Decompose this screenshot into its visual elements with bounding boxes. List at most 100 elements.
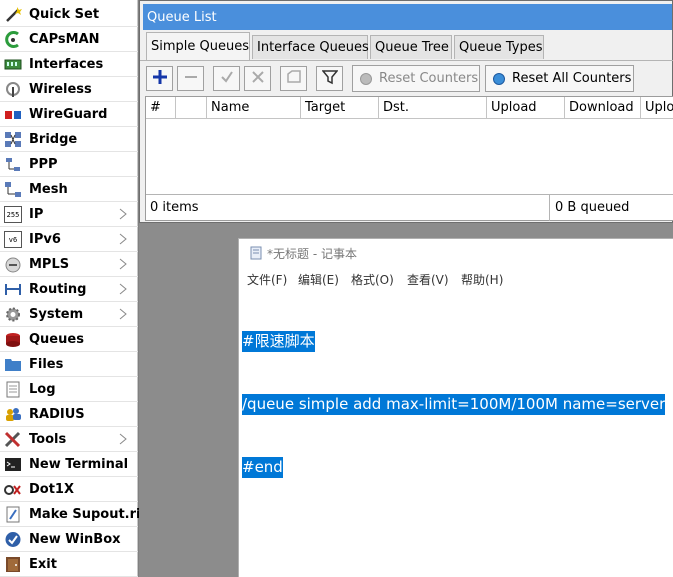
sidebar-item-interfaces[interactable]: Interfaces (0, 52, 138, 77)
sidebar-item-routing[interactable]: Routing (0, 277, 138, 302)
wireless-icon (4, 81, 22, 98)
text-cursor-ibeam-icon (303, 309, 311, 327)
tab-label: Queue Tree (375, 40, 449, 55)
sidebar-item-wireguard[interactable]: WireGuard (0, 102, 138, 127)
winbox-sidebar-menu: Quick Set CAPsMAN Interfaces Wireless Wi… (0, 0, 146, 577)
sidebar-item-system[interactable]: System (0, 302, 138, 327)
sidebar-item-files[interactable]: Files (0, 352, 138, 377)
sidebar-item-label: RADIUS (29, 407, 85, 422)
reset-all-counters-label: Reset All Counters (512, 71, 632, 86)
tab-queue-tree[interactable]: Queue Tree (370, 35, 452, 59)
column-header-upload[interactable]: Upload (487, 97, 565, 119)
column-label: # (150, 100, 161, 115)
mpls-icon (4, 256, 22, 273)
sidebar-item-label: Exit (29, 557, 57, 572)
column-header-number[interactable]: # (146, 97, 176, 119)
tab-label: Queue Types (459, 40, 543, 55)
sidebar-item-capsman[interactable]: CAPsMAN (0, 27, 138, 52)
system-gear-icon (4, 306, 22, 323)
submenu-arrow-icon (119, 233, 127, 245)
ipv6-icon-text: v6 (8, 235, 18, 244)
sidebar-item-mpls[interactable]: MPLS (0, 252, 138, 277)
tab-interface-queues[interactable]: Interface Queues (252, 35, 369, 59)
filter-button[interactable] (316, 66, 343, 91)
tools-icon (4, 431, 22, 448)
sidebar-item-ppp[interactable]: PPP (0, 152, 138, 177)
sidebar-item-ip[interactable]: 255 IP (0, 202, 138, 227)
simple-queues-table: # Name Target Dst. Upload Download Uploa… (145, 96, 673, 221)
exit-icon (4, 556, 22, 573)
enable-button[interactable] (213, 66, 240, 91)
sidebar-item-bridge[interactable]: Bridge (0, 127, 138, 152)
minus-icon (183, 69, 199, 89)
column-label: Target (305, 100, 346, 115)
window-title: Queue List (143, 4, 672, 30)
column-header-name[interactable]: Name (207, 97, 301, 119)
sidebar-item-new-winbox[interactable]: New WinBox (0, 527, 138, 552)
sidebar-item-exit[interactable]: Exit (0, 552, 138, 577)
sidebar-item-queues[interactable]: Queues (0, 327, 138, 352)
reset-all-counters-button[interactable]: Reset All Counters (485, 65, 634, 92)
reset-counters-button[interactable]: Reset Counters (352, 65, 480, 92)
check-icon (219, 69, 235, 89)
sidebar-item-ipv6[interactable]: v6 IPv6 (0, 227, 138, 252)
sidebar-item-quick-set[interactable]: Quick Set (0, 2, 138, 27)
sidebar-item-label: Bridge (29, 132, 78, 147)
column-label: Uploa (645, 100, 673, 115)
bridge-icon (4, 131, 22, 148)
item-count: 0 items (150, 200, 199, 215)
reset-counters-icon (359, 72, 373, 86)
column-header-flags[interactable] (176, 97, 207, 119)
sidebar-item-label: Wireless (29, 82, 92, 97)
wireguard-icon (4, 106, 22, 123)
sidebar-item-make-supout[interactable]: Make Supout.rif (0, 502, 146, 527)
text-line-selected: #end (242, 457, 283, 478)
add-button[interactable] (146, 66, 173, 91)
remove-button[interactable] (177, 66, 204, 91)
sidebar-item-label: System (29, 307, 84, 322)
sidebar-item-wireless[interactable]: Wireless (0, 77, 138, 102)
sidebar-item-dot1x[interactable]: Dot1X (0, 477, 138, 502)
tab-simple-queues[interactable]: Simple Queues (146, 32, 250, 60)
queue-list-window[interactable]: Queue List Simple Queues Interface Queue… (139, 0, 673, 223)
sidebar-item-tools[interactable]: Tools (0, 427, 138, 452)
column-header-upload-rate[interactable]: Uploa (641, 97, 673, 119)
toolbar: Reset Counters Reset All Counters (140, 60, 673, 96)
sidebar-item-radius[interactable]: RADIUS (0, 402, 138, 427)
comment-button[interactable] (280, 66, 307, 91)
filter-funnel-icon (320, 69, 339, 89)
column-header-dst[interactable]: Dst. (379, 97, 487, 119)
disable-button[interactable] (244, 66, 271, 91)
sidebar-item-new-terminal[interactable]: New Terminal (0, 452, 138, 477)
menu-view[interactable]: 查看(V) (407, 271, 449, 288)
sidebar-item-label: Dot1X (29, 482, 75, 497)
sidebar-item-label: Files (29, 357, 64, 372)
notepad-window[interactable]: *无标题 - 记事本 文件(F) 编辑(E) 格式(O) 查看(V) 帮助(H)… (238, 238, 673, 577)
menu-format[interactable]: 格式(O) (351, 271, 394, 288)
menu-help[interactable]: 帮助(H) (461, 271, 503, 288)
sidebar-item-label: Interfaces (29, 57, 104, 72)
terminal-icon (4, 456, 22, 473)
submenu-arrow-icon (119, 308, 127, 320)
mesh-icon (4, 181, 22, 198)
status-divider (549, 195, 550, 221)
sidebar-item-label: New Terminal (29, 457, 129, 472)
sidebar-item-mesh[interactable]: Mesh (0, 177, 138, 202)
column-header-download[interactable]: Download (565, 97, 641, 119)
ip-icon-text: 255 (6, 210, 20, 219)
submenu-arrow-icon (119, 208, 127, 220)
tab-queue-types[interactable]: Queue Types (454, 35, 544, 59)
column-header-target[interactable]: Target (301, 97, 379, 119)
menu-edit[interactable]: 编辑(E) (298, 271, 339, 288)
capsman-icon (4, 31, 22, 48)
sidebar-item-label: MPLS (29, 257, 70, 272)
column-label: Upload (491, 100, 537, 115)
sidebar-item-log[interactable]: Log (0, 377, 138, 402)
text-line-selected: /queue simple add max-limit=100M/100M na… (242, 394, 666, 415)
sidebar-item-label: PPP (29, 157, 58, 172)
column-label: Download (569, 100, 634, 115)
sidebar-item-label: CAPsMAN (29, 32, 100, 47)
sidebar-item-label: WireGuard (29, 107, 108, 122)
menu-file[interactable]: 文件(F) (247, 271, 287, 288)
sidebar-item-label: Queues (29, 332, 84, 347)
